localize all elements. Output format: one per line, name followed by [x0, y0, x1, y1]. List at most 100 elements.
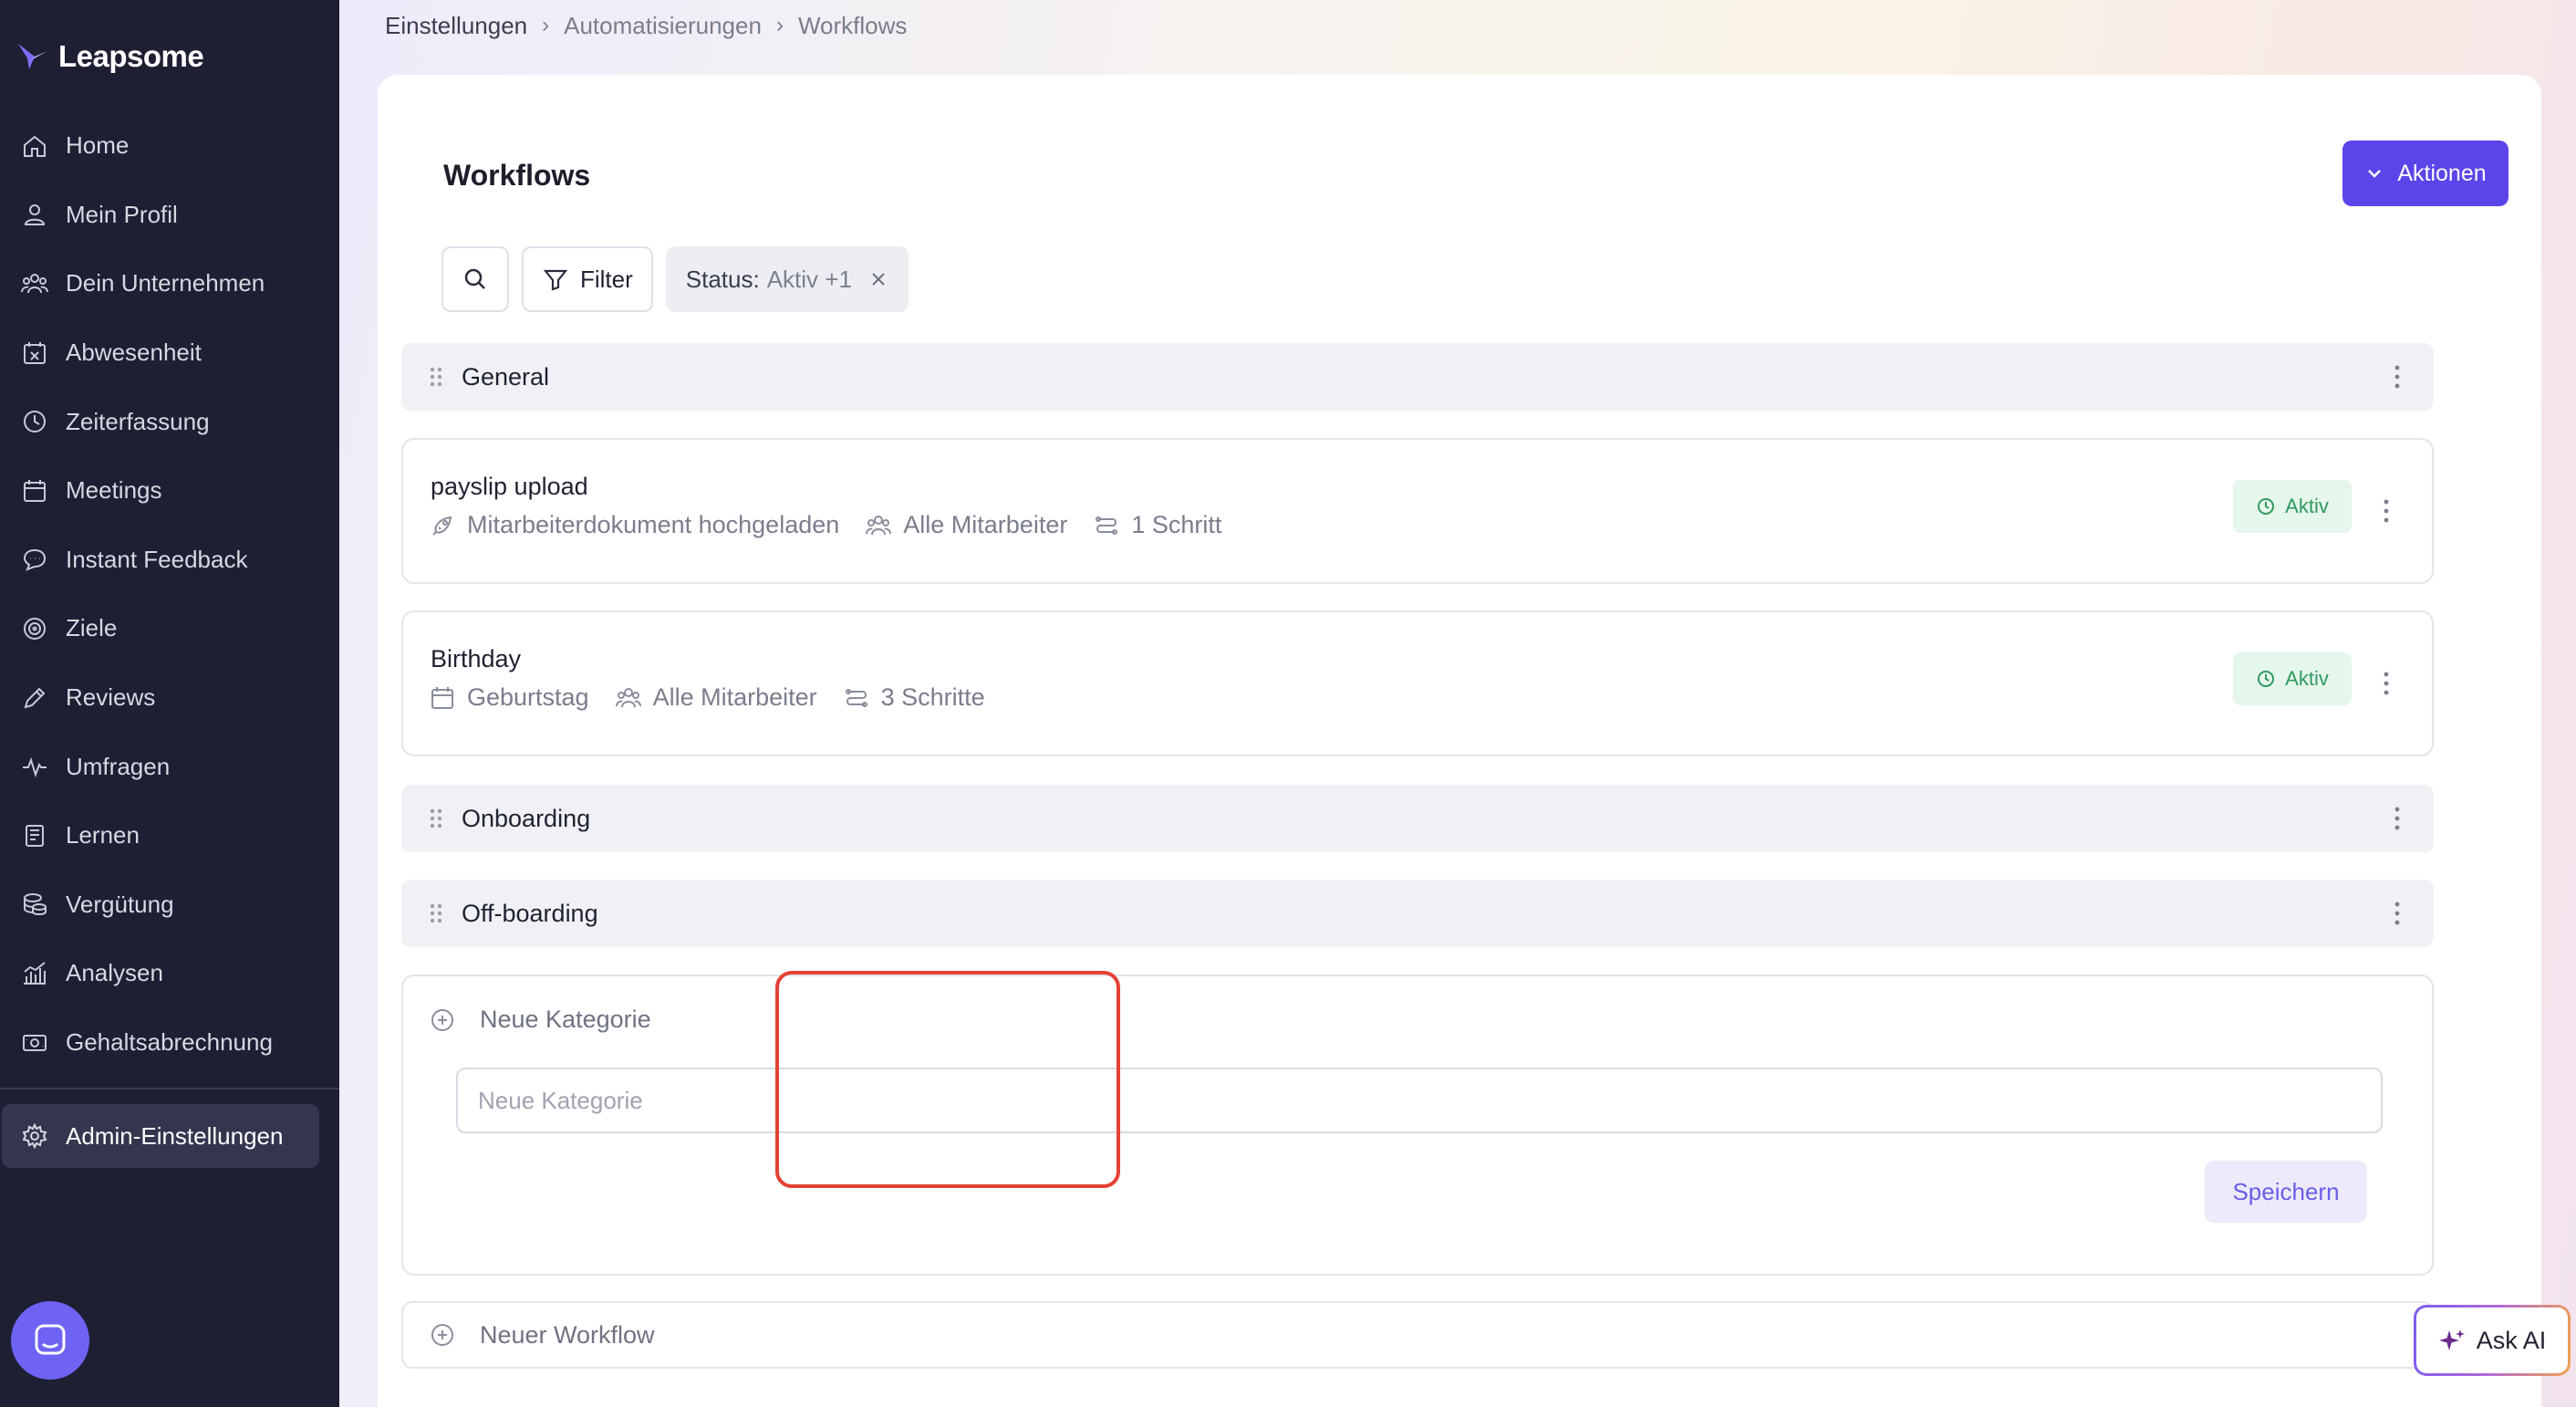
sidebar-item-home[interactable]: Home	[0, 111, 339, 181]
status-badge-label: Aktiv	[2285, 495, 2329, 517]
more-vertical-icon[interactable]	[2394, 901, 2401, 926]
workflow-card-payslip-upload[interactable]: payslip upload Mitarbeiterdokument hochg…	[401, 438, 2434, 584]
sidebar-item-label: Ziele	[66, 614, 118, 642]
chat-icon	[23, 549, 47, 572]
sidebar-item-dein-unternehmen[interactable]: Dein Unternehmen	[0, 249, 339, 318]
category-row-off-boarding[interactable]: Off-boarding	[401, 880, 2434, 947]
chevron-right-icon: ›	[775, 13, 784, 37]
drag-handle-icon[interactable]	[429, 365, 443, 389]
more-vertical-icon[interactable]	[2383, 498, 2390, 524]
gear-icon	[22, 1122, 47, 1150]
people-icon	[866, 515, 892, 535]
sidebar-item-analysen[interactable]: Analysen	[0, 939, 339, 1008]
new-workflow-button[interactable]: Neuer Workflow	[401, 1301, 2434, 1369]
search-button[interactable]	[441, 246, 509, 312]
brand-name: Leapsome	[58, 39, 204, 73]
new-category-input[interactable]	[456, 1068, 2383, 1133]
sidebar-item-abwesenheit[interactable]: Abwesenheit	[0, 318, 339, 388]
calendar-icon	[24, 479, 46, 502]
sidebar-item-label: Abwesenheit	[66, 339, 202, 367]
sidebar-item-lernen[interactable]: Lernen	[0, 801, 339, 870]
clock-icon	[2258, 671, 2275, 687]
sidebar-item-label: Zeiterfassung	[66, 407, 210, 435]
sidebar-item-ziele[interactable]: Ziele	[0, 594, 339, 663]
sidebar: Leapsome Home Mein Profil Dein Unternehm…	[0, 0, 339, 1407]
brand-logo[interactable]: Leapsome	[16, 36, 204, 77]
sidebar-item-mein-profil[interactable]: Mein Profil	[0, 181, 339, 250]
sidebar-item-meetings[interactable]: Meetings	[0, 456, 339, 526]
close-icon[interactable]	[868, 269, 888, 289]
new-workflow-label: Neuer Workflow	[480, 1320, 655, 1349]
workflow-audience-label: Alle Mitarbeiter	[652, 683, 817, 711]
toolbar: Filter Status: Aktiv +1	[441, 246, 909, 312]
user-icon	[24, 204, 46, 226]
workflow-trigger-label: Mitarbeiterdokument hochgeladen	[467, 511, 840, 538]
chevron-down-icon	[2368, 170, 2382, 178]
chart-icon	[24, 962, 46, 985]
sidebar-item-label: Reviews	[66, 683, 156, 712]
sidebar-item-gehaltsabrechnung[interactable]: Gehaltsabrechnung	[0, 1008, 339, 1078]
sidebar-item-verguetung[interactable]: Vergütung	[0, 870, 339, 940]
actions-button-label: Aktionen	[2397, 160, 2487, 186]
plus-circle-icon	[431, 1324, 453, 1346]
sidebar-item-admin-einstellungen[interactable]: Admin-Einstellungen	[2, 1104, 319, 1168]
chevron-right-icon: ›	[542, 13, 550, 37]
save-button[interactable]: Speichern	[2205, 1161, 2367, 1223]
category-title: Onboarding	[462, 804, 591, 832]
sidebar-item-label: Gehaltsabrechnung	[66, 1028, 273, 1057]
status-filter-chip[interactable]: Status: Aktiv +1	[665, 246, 909, 312]
sidebar-item-reviews[interactable]: Reviews	[0, 663, 339, 733]
workflow-title: payslip upload	[431, 473, 588, 500]
sidebar-item-label: Dein Unternehmen	[66, 269, 265, 297]
new-category-heading[interactable]: Neue Kategorie	[429, 1006, 651, 1034]
status-filter-value: Aktiv +1	[766, 265, 852, 293]
filter-icon	[543, 269, 568, 291]
sidebar-item-label: Instant Feedback	[66, 545, 248, 573]
main-area: Einstellungen › Automatisierungen › Work…	[339, 0, 2576, 1407]
pulse-icon	[23, 757, 47, 778]
ask-ai-inner: Ask AI	[2416, 1308, 2568, 1373]
sidebar-item-label: Lernen	[66, 821, 140, 849]
ask-ai-label: Ask AI	[2476, 1326, 2547, 1354]
workflow-meta: Geburtstag Alle Mitarbeiter 3 Schritte	[429, 683, 985, 712]
status-badge: Aktiv	[2233, 652, 2352, 705]
workflow-meta: Mitarbeiterdokument hochgeladen Alle Mit…	[429, 511, 1221, 539]
home-icon	[24, 135, 46, 157]
sidebar-item-instant-feedback[interactable]: Instant Feedback	[0, 526, 339, 595]
sidebar-item-umfragen[interactable]: Umfragen	[0, 732, 339, 801]
pencil-icon	[24, 687, 46, 709]
breadcrumb: Einstellungen › Automatisierungen › Work…	[385, 9, 907, 42]
rocket-icon	[432, 516, 452, 536]
drag-handle-icon[interactable]	[429, 902, 443, 925]
more-vertical-icon[interactable]	[2394, 806, 2401, 831]
more-vertical-icon[interactable]	[2394, 364, 2401, 390]
category-row-onboarding[interactable]: Onboarding	[401, 785, 2434, 852]
calendar-icon	[431, 686, 453, 709]
workflow-steps: 1 Schritt	[1093, 511, 1221, 539]
money-icon	[23, 1034, 47, 1051]
status-badge-label: Aktiv	[2285, 667, 2329, 690]
actions-button[interactable]: Aktionen	[2342, 141, 2508, 206]
more-vertical-icon[interactable]	[2383, 671, 2390, 696]
sidebar-item-label: Vergütung	[66, 890, 174, 918]
breadcrumb-einstellungen[interactable]: Einstellungen	[385, 12, 527, 40]
status-badge: Aktiv	[2233, 480, 2352, 533]
people-icon	[21, 273, 48, 294]
breadcrumb-automatisierungen[interactable]: Automatisierungen	[564, 12, 762, 40]
category-row-general[interactable]: General	[401, 343, 2434, 411]
ask-ai-button[interactable]: Ask AI	[2414, 1305, 2571, 1376]
category-title: Off-boarding	[462, 899, 598, 927]
target-icon	[24, 617, 46, 640]
sidebar-item-label: Home	[66, 131, 130, 160]
workflow-audience-label: Alle Mitarbeiter	[903, 511, 1068, 538]
sidebar-item-label: Admin-Einstellungen	[66, 1121, 284, 1150]
workflow-trigger: Geburtstag	[429, 683, 589, 712]
plus-circle-icon	[431, 1008, 453, 1031]
filter-button[interactable]: Filter	[522, 246, 653, 312]
workflow-card-birthday[interactable]: Birthday Geburtstag Alle Mitarbeiter 3 S…	[401, 610, 2434, 756]
support-chat-button[interactable]	[11, 1301, 89, 1380]
sidebar-item-zeiterfassung[interactable]: Zeiterfassung	[0, 387, 339, 456]
sidebar-item-label: Umfragen	[66, 752, 171, 780]
category-title: General	[462, 362, 550, 391]
drag-handle-icon[interactable]	[429, 807, 443, 830]
